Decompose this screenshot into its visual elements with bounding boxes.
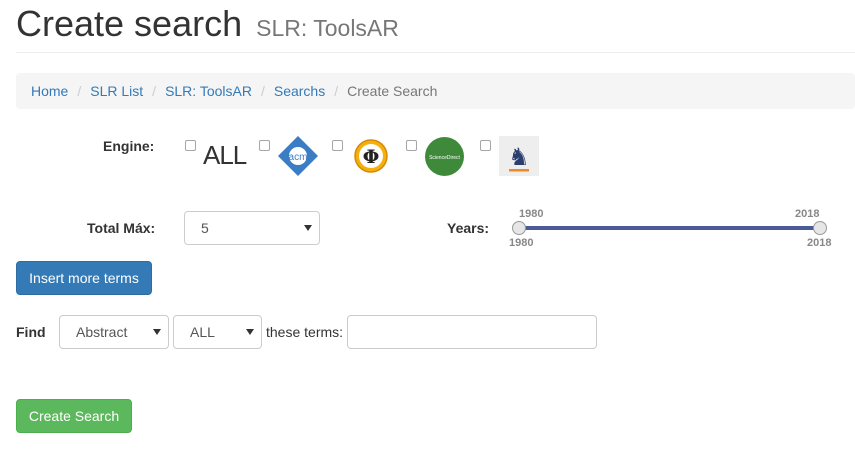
years-slider-min-handle[interactable] bbox=[512, 221, 526, 235]
find-operator-value: ALL bbox=[190, 324, 215, 340]
breadcrumb-separator: / bbox=[334, 83, 339, 99]
page-title: Create search SLR: ToolsAR bbox=[16, 4, 399, 48]
breadcrumb-slr[interactable]: SLR: ToolsAR bbox=[165, 83, 252, 99]
years-label: Years: bbox=[447, 220, 490, 236]
svg-text:ScienceDirect: ScienceDirect bbox=[429, 155, 460, 161]
search-terms-input[interactable] bbox=[347, 315, 597, 349]
these-terms-label: these terms: bbox=[266, 324, 344, 340]
find-operator-select[interactable]: ALL bbox=[173, 315, 262, 349]
years-slider-track[interactable] bbox=[519, 226, 821, 230]
breadcrumb-current: Create Search bbox=[347, 83, 438, 99]
years-from-tooltip: 1980 bbox=[519, 208, 544, 220]
find-field-select[interactable]: Abstract bbox=[59, 315, 169, 349]
breadcrumb-separator: / bbox=[152, 83, 157, 99]
chevron-down-icon bbox=[246, 329, 254, 335]
total-max-label: Total Máx: bbox=[87, 220, 156, 236]
engine-all-checkbox[interactable] bbox=[185, 140, 196, 151]
find-label: Find bbox=[16, 324, 46, 340]
svg-text:♞: ♞ bbox=[508, 143, 530, 171]
phi-logo-icon: Φ bbox=[353, 138, 389, 174]
engine-acm-checkbox[interactable] bbox=[259, 140, 270, 151]
chevron-down-icon bbox=[153, 329, 161, 335]
breadcrumb-separator: / bbox=[260, 83, 265, 99]
breadcrumb-slr-list[interactable]: SLR List bbox=[90, 83, 143, 99]
page-header: Create search SLR: ToolsAR bbox=[16, 0, 855, 53]
engine-sciencedirect-checkbox[interactable] bbox=[406, 140, 417, 151]
years-min-label: 1980 bbox=[509, 237, 534, 249]
years-max-label: 2018 bbox=[807, 237, 832, 249]
years-to-tooltip: 2018 bbox=[795, 208, 820, 220]
total-max-select[interactable]: 5 bbox=[184, 211, 320, 245]
insert-more-terms-button[interactable]: Insert more terms bbox=[16, 261, 152, 295]
total-max-value: 5 bbox=[201, 220, 209, 236]
engine-phi-checkbox[interactable] bbox=[332, 140, 343, 151]
years-slider-max-handle[interactable] bbox=[813, 221, 827, 235]
knight-logo-icon: ♞ bbox=[499, 136, 539, 176]
sciencedirect-logo-icon: ScienceDirect bbox=[424, 136, 465, 177]
breadcrumb-home[interactable]: Home bbox=[31, 83, 68, 99]
engine-all-label: ALL bbox=[203, 140, 247, 170]
page-subtitle: SLR: ToolsAR bbox=[256, 15, 399, 41]
engine-label: Engine: bbox=[103, 138, 155, 154]
acm-logo-icon: acm bbox=[277, 135, 319, 177]
breadcrumb-separator: / bbox=[77, 83, 82, 99]
breadcrumb-searchs[interactable]: Searchs bbox=[274, 83, 325, 99]
engine-knight-checkbox[interactable] bbox=[480, 140, 491, 151]
breadcrumb: Home / SLR List / SLR: ToolsAR / Searchs… bbox=[16, 73, 855, 109]
create-search-button[interactable]: Create Search bbox=[16, 399, 132, 433]
svg-text:acm: acm bbox=[289, 152, 308, 163]
find-field-value: Abstract bbox=[76, 324, 128, 340]
svg-text:Φ: Φ bbox=[363, 146, 380, 168]
page-title-text: Create search bbox=[16, 3, 243, 44]
chevron-down-icon bbox=[304, 225, 312, 231]
